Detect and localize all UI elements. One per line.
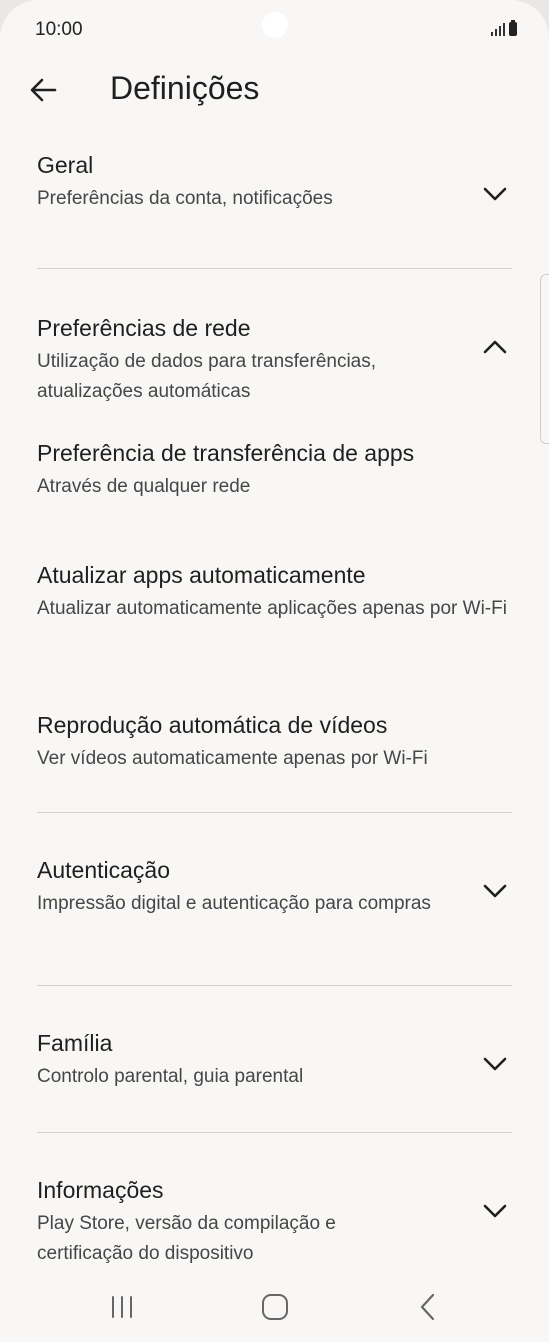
section-title: Informações — [37, 1177, 164, 1203]
top-app-bar: Definições — [0, 60, 549, 122]
item-subtitle: Através de qualquer rede — [37, 476, 251, 497]
chevron-down-icon[interactable] — [481, 1050, 509, 1078]
chevron-down-icon[interactable] — [481, 877, 509, 905]
item-title: Reprodução automática de vídeos — [37, 712, 388, 738]
recents-button[interactable] — [102, 1287, 142, 1327]
section-familia[interactable]: Família Controlo parental, guia parental — [0, 1028, 549, 1132]
home-button[interactable] — [255, 1287, 295, 1327]
status-icons — [491, 20, 517, 36]
section-title: Autenticação — [37, 857, 170, 883]
phone-screen: 10:00 Definições Geral Preferências da c… — [0, 0, 549, 1342]
recents-icon — [112, 1296, 132, 1318]
chevron-up-icon[interactable] — [481, 333, 509, 361]
chevron-down-icon[interactable] — [481, 1197, 509, 1225]
section-subtitle: Controlo parental, guia parental — [37, 1066, 304, 1087]
item-title: Atualizar apps automaticamente — [37, 562, 366, 588]
section-preferencias-rede[interactable]: Preferências de rede Utilização de dados… — [0, 313, 549, 438]
nav-back-icon — [420, 1293, 435, 1321]
section-title: Preferências de rede — [37, 315, 251, 341]
status-time: 10:00 — [35, 19, 83, 40]
home-icon — [262, 1294, 288, 1320]
back-button[interactable] — [26, 72, 62, 108]
item-transferencia-apps[interactable]: Preferência de transferência de apps Atr… — [0, 438, 549, 560]
signal-icon — [491, 23, 505, 36]
section-title: Geral — [37, 152, 94, 178]
item-title: Preferência de transferência de apps — [37, 440, 415, 466]
section-geral[interactable]: Geral Preferências da conta, notificaçõe… — [0, 150, 549, 235]
item-subtitle: Atualizar automaticamente aplicações ape… — [37, 598, 507, 619]
section-subtitle: Utilização de dados para transferências,… — [37, 351, 377, 402]
section-subtitle: Impressão digital e autenticação para co… — [37, 893, 431, 914]
chevron-down-icon[interactable] — [481, 180, 509, 208]
settings-list: Geral Preferências da conta, notificaçõe… — [0, 150, 549, 1285]
item-reproducao-videos[interactable]: Reprodução automática de vídeos Ver víde… — [0, 710, 549, 800]
section-subtitle: Play Store, versão da compilação e certi… — [37, 1213, 336, 1264]
arrow-left-icon — [30, 78, 57, 102]
navigation-bar — [0, 1267, 549, 1342]
status-bar: 10:00 — [0, 0, 549, 60]
camera-cutout — [262, 12, 288, 38]
page-title: Definições — [110, 70, 260, 106]
item-atualizar-apps[interactable]: Atualizar apps automaticamente Atualizar… — [0, 560, 549, 710]
section-title: Família — [37, 1030, 113, 1056]
section-autenticacao[interactable]: Autenticação Impressão digital e autenti… — [0, 855, 549, 985]
battery-icon — [509, 20, 517, 36]
section-subtitle: Preferências da conta, notificações — [37, 188, 333, 209]
item-subtitle: Ver vídeos automaticamente apenas por Wi… — [37, 748, 428, 769]
nav-back-button[interactable] — [408, 1287, 448, 1327]
scrollbar[interactable] — [540, 274, 549, 444]
